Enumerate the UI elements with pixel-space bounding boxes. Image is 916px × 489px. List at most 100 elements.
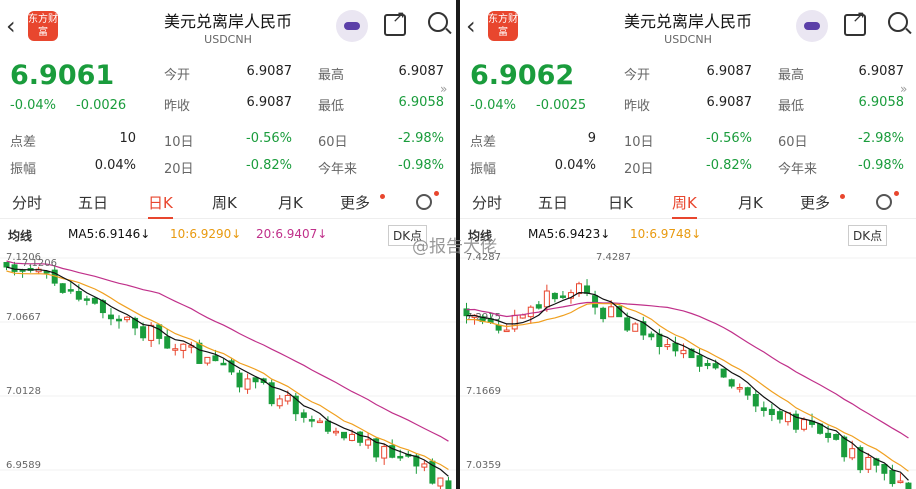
spread-value: 9 <box>587 131 596 146</box>
low-label: 最低 <box>778 99 805 114</box>
low-value: 6.9058 <box>398 95 445 110</box>
candle-body <box>349 433 356 441</box>
candle-body <box>3 262 10 268</box>
tab-monthly-k[interactable]: 月K <box>738 192 763 213</box>
open-label: 今开 <box>164 68 191 83</box>
candle-body <box>535 304 542 309</box>
prev-close-label: 昨收 <box>624 99 651 114</box>
candle-body <box>559 295 566 298</box>
candle-body <box>421 463 428 468</box>
candle-body <box>825 432 832 438</box>
candle-body <box>744 387 751 396</box>
change-percent: -0.04% <box>10 98 56 113</box>
more-badge-dot <box>840 194 845 199</box>
last-price: 6.9062 <box>470 60 575 91</box>
tab-five-day[interactable]: 五日 <box>78 192 108 213</box>
kline-svg: 7.1206 7.0667 7.0128 6.9589 7.1206 <box>0 252 456 489</box>
candle-body <box>332 430 339 434</box>
candle-body <box>720 368 727 378</box>
tab-weekly-k[interactable]: 周K <box>212 192 237 213</box>
ytd-value: -0.98% <box>398 158 444 173</box>
spread-label: 点差 <box>10 135 37 150</box>
tab-intraday[interactable]: 分时 <box>472 192 502 213</box>
candle-body <box>768 408 775 415</box>
candle-body <box>341 431 347 439</box>
candle-body <box>833 434 840 440</box>
ytd-label: 今年来 <box>778 162 818 177</box>
candle-body <box>881 463 888 474</box>
ma-toggle[interactable]: 均线 <box>8 227 32 244</box>
y-label-3: 7.1669 <box>466 386 501 397</box>
ma20-value: 20:6.9407↓ <box>256 227 328 241</box>
candle-body <box>543 290 550 308</box>
candle-body <box>124 316 131 321</box>
ytd-value: -0.98% <box>858 158 904 173</box>
low-label: 最低 <box>318 99 345 114</box>
ma5-line <box>6 266 449 477</box>
candle-body <box>680 349 687 355</box>
amplitude-value: 0.04% <box>94 158 136 173</box>
amplitude-value: 0.04% <box>554 158 596 173</box>
expand-icon[interactable]: » <box>900 82 907 96</box>
gear-icon[interactable] <box>876 194 892 210</box>
high-label: 最高 <box>778 68 805 83</box>
kline-svg: 7.4287 7.2975 7.1669 7.0359 7.4287 <box>460 252 916 489</box>
candle-body <box>365 439 372 446</box>
candle-body <box>180 343 187 351</box>
search-icon[interactable] <box>888 12 908 32</box>
kline-chart[interactable]: 7.1206 7.0667 7.0128 6.9589 7.1206 <box>0 248 456 489</box>
candle-body <box>212 355 219 362</box>
spread-value: 10 <box>119 131 136 146</box>
dk-point-button[interactable]: DK点 <box>848 225 888 246</box>
kline-chart[interactable]: 7.4287 7.2975 7.1669 7.0359 7.4287 <box>460 248 916 489</box>
gear-icon[interactable] <box>416 194 432 210</box>
candle-body <box>67 289 74 292</box>
candle-body <box>503 329 510 333</box>
tab-five-day[interactable]: 五日 <box>538 192 568 213</box>
candle-body <box>600 307 607 320</box>
y-label-4: 7.0359 <box>466 460 501 471</box>
tab-daily-k[interactable]: 日K <box>148 192 173 219</box>
tab-intraday[interactable]: 分时 <box>12 192 42 213</box>
candle-body <box>300 412 307 418</box>
ma10-value: 10:6.9748↓ <box>630 227 702 241</box>
watermark: @报告大佬 <box>412 237 497 257</box>
ma10-value: 10:6.9290↓ <box>170 227 242 241</box>
candle-body <box>140 326 147 339</box>
candle-body <box>752 393 759 407</box>
candle-body <box>107 314 114 320</box>
candle-body <box>592 295 599 308</box>
candle-body <box>527 306 534 318</box>
candle-body <box>632 323 639 332</box>
prev-close-label: 昨收 <box>164 99 191 114</box>
tab-daily-k[interactable]: 日K <box>608 192 633 213</box>
candle-body <box>220 362 227 366</box>
candle-body <box>236 372 243 388</box>
candle-body <box>308 419 315 422</box>
gear-badge-dot <box>434 191 439 196</box>
candle-body <box>841 436 848 458</box>
search-icon[interactable] <box>428 12 448 32</box>
candle-body <box>116 318 122 322</box>
candle-body <box>728 379 735 387</box>
d10-label: 10日 <box>624 135 654 150</box>
ma5-value: MA5:6.9146↓ <box>68 227 151 241</box>
tab-monthly-k[interactable]: 月K <box>278 192 303 213</box>
tab-more[interactable]: 更多 <box>340 192 370 213</box>
expand-icon[interactable]: » <box>440 82 447 96</box>
candle-body <box>511 314 518 330</box>
avatar[interactable] <box>796 10 828 42</box>
tab-weekly-k[interactable]: 周K <box>672 192 697 219</box>
candle-body <box>712 363 719 369</box>
d60-label: 60日 <box>318 135 348 150</box>
change-absolute: -0.0025 <box>536 98 587 113</box>
prev-close-value: 6.9087 <box>246 95 293 110</box>
candle-body <box>849 448 856 459</box>
candle-body <box>801 419 807 430</box>
candle-body <box>865 456 872 470</box>
candle-body <box>204 356 211 364</box>
y-label-3: 7.0128 <box>6 386 41 397</box>
avatar[interactable] <box>336 10 368 42</box>
tab-more[interactable]: 更多 <box>800 192 830 213</box>
candle-body <box>624 317 631 331</box>
